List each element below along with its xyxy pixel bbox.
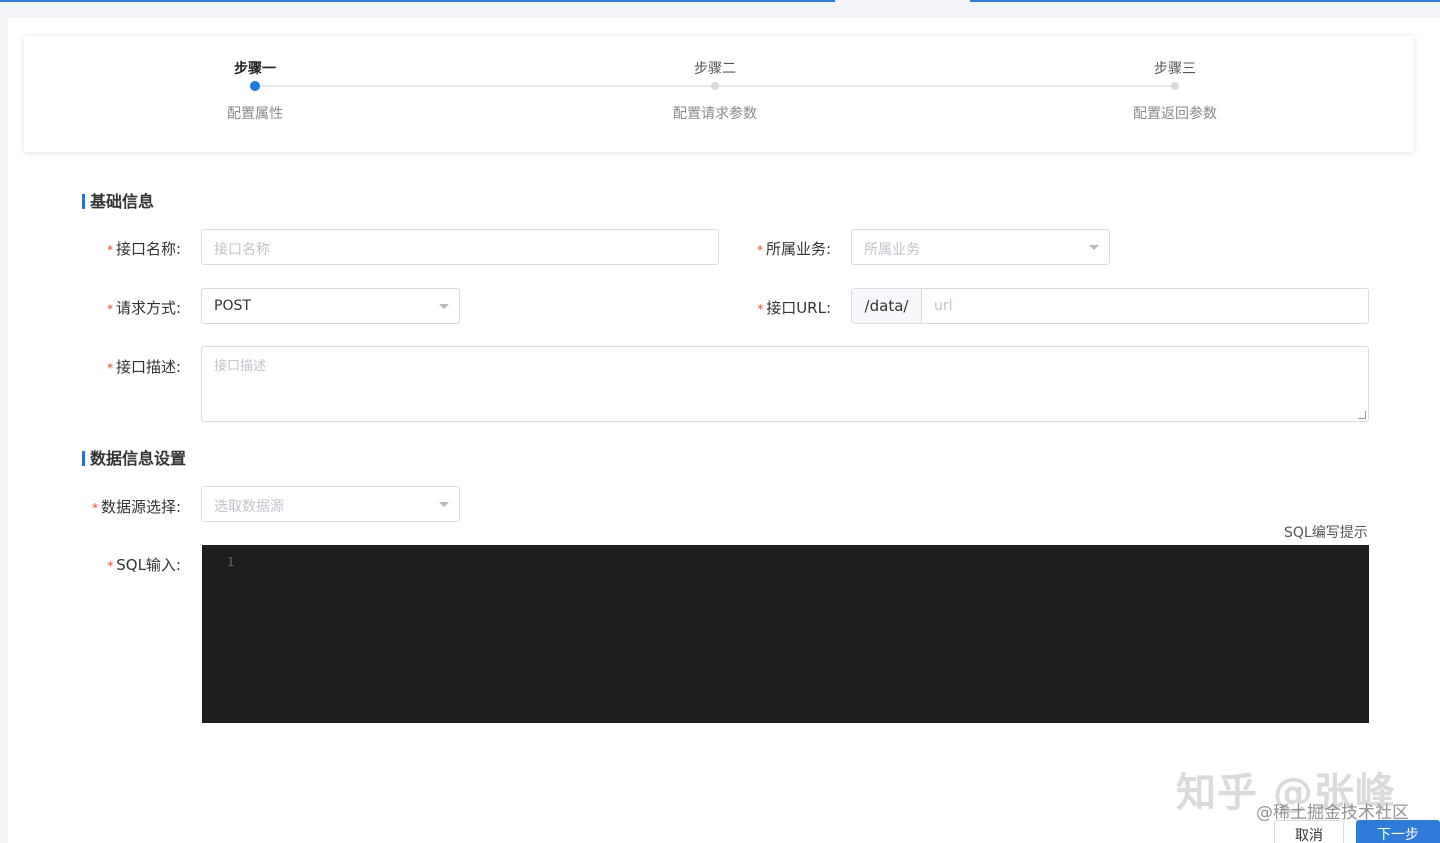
api-name-placeholder: 接口名称 xyxy=(214,242,270,258)
chevron-down-icon xyxy=(439,304,449,309)
datasource-select[interactable]: 选取数据源 xyxy=(201,486,460,522)
step-2-title: 步骤二 xyxy=(694,61,736,77)
required-mark: * xyxy=(107,559,114,573)
step-1-dot xyxy=(250,81,260,91)
method-label: * 请求方式: xyxy=(106,299,181,317)
resize-handle-icon[interactable] xyxy=(1358,411,1366,419)
desc-label: * 接口描述: xyxy=(106,358,181,376)
datasource-placeholder: 选取数据源 xyxy=(214,499,284,515)
api-name-input[interactable]: 接口名称 xyxy=(201,229,719,265)
method-select[interactable]: POST xyxy=(201,288,460,324)
cancel-button[interactable]: 取消 xyxy=(1274,820,1344,843)
url-prefix: /data/ xyxy=(852,289,922,323)
line-number: 1 xyxy=(227,555,235,569)
step-2-dot xyxy=(711,82,719,90)
steps-bar: 步骤一 配置属性 步骤二 配置请求参数 步骤三 配置返回参数 xyxy=(24,36,1414,152)
sql-editor[interactable]: 1 xyxy=(202,545,1369,723)
required-mark: * xyxy=(106,243,113,257)
next-button[interactable]: 下一步 xyxy=(1356,820,1440,843)
sql-tip-link[interactable]: SQL编写提示 xyxy=(1284,522,1368,542)
step-3-title: 步骤三 xyxy=(1154,61,1196,77)
step-1-title: 步骤一 xyxy=(234,61,276,77)
top-accent-line-right xyxy=(970,0,1440,2)
required-mark: * xyxy=(106,302,113,316)
datasource-label: * 数据源选择: xyxy=(91,498,181,516)
business-select[interactable]: 所属业务 xyxy=(851,229,1110,265)
sql-label: * SQL输入: xyxy=(107,556,181,574)
step-3-dot xyxy=(1171,82,1179,90)
business-placeholder: 所属业务 xyxy=(864,242,920,258)
required-mark: * xyxy=(91,501,98,515)
method-value: POST xyxy=(214,298,251,314)
watermark-sub: @稀土掘金技术社区 xyxy=(1256,803,1409,823)
chevron-down-icon xyxy=(1089,245,1099,250)
chevron-down-icon xyxy=(439,502,449,507)
desc-placeholder: 接口描述 xyxy=(214,359,267,374)
required-mark: * xyxy=(757,302,764,316)
url-input[interactable]: /data/ url xyxy=(851,288,1369,324)
business-label: * 所属业务: xyxy=(756,240,831,258)
step-3-desc: 配置返回参数 xyxy=(1133,106,1217,122)
desc-textarea[interactable]: 接口描述 xyxy=(201,346,1369,422)
top-accent-line-left xyxy=(0,0,835,2)
section-title-data: 数据信息设置 xyxy=(82,450,186,468)
url-placeholder: url xyxy=(934,298,953,314)
required-mark: * xyxy=(106,361,113,375)
step-2-desc: 配置请求参数 xyxy=(673,106,757,122)
step-1-desc: 配置属性 xyxy=(227,106,283,122)
required-mark: * xyxy=(756,243,763,257)
api-name-label: * 接口名称: xyxy=(106,240,181,258)
section-title-basic: 基础信息 xyxy=(82,193,154,211)
url-label: * 接口URL: xyxy=(757,299,831,317)
